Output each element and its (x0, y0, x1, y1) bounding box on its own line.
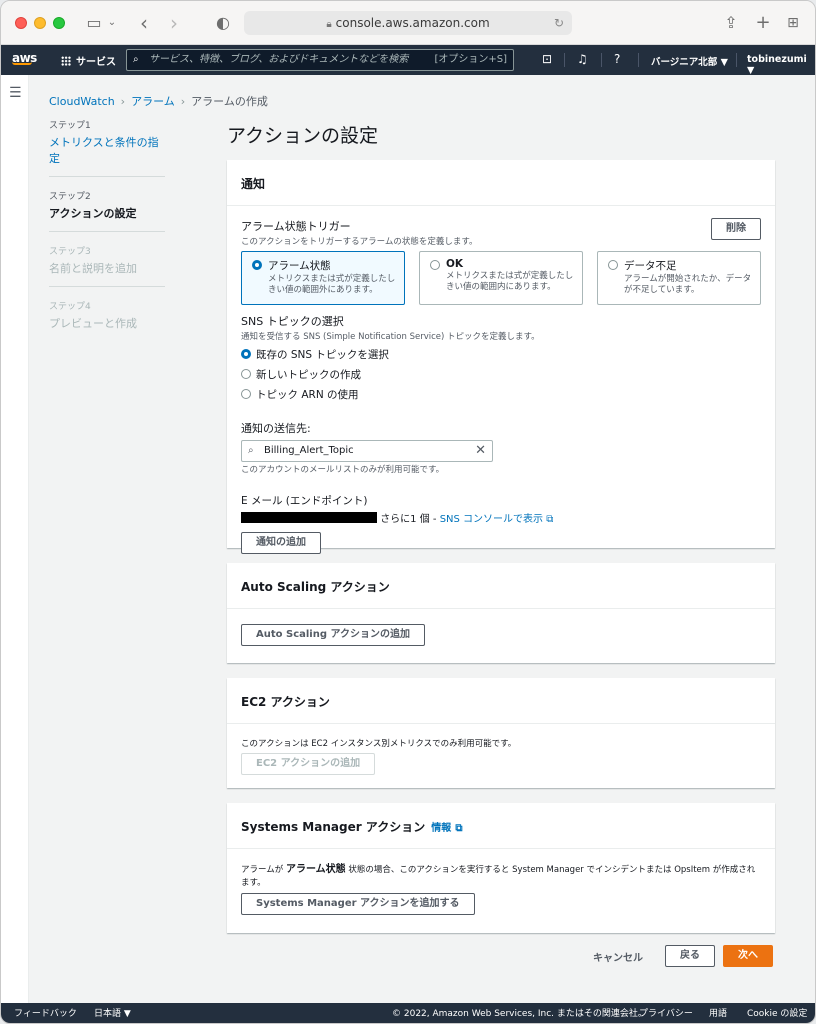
browser-window: ▭ ⌄ ‹ › ◐ 🔒︎ console.aws.amazon.com ↻ ⇪ +… (0, 0, 816, 1024)
privacy-shield-icon[interactable]: ◐ (214, 11, 232, 35)
external-link-icon: ⧉ (546, 514, 554, 525)
trigger-desc: このアクションをトリガーするアラームの状態を定義します。 (241, 237, 478, 247)
ssm-header: Systems Manager アクション 情報 ⧉ (227, 803, 775, 849)
ssm-panel: Systems Manager アクション 情報 ⧉ アラームが アラーム状態 状… (227, 803, 775, 933)
cookie-link[interactable]: Cookie の設定 (747, 1003, 807, 1023)
remove-button[interactable]: 削除 (711, 218, 761, 240)
autoscaling-panel: Auto Scaling アクション Auto Scaling アクションの追加 (227, 563, 775, 663)
sns-console-link[interactable]: SNS コンソールで表示 (440, 514, 543, 525)
url-text: console.aws.amazon.com (335, 16, 490, 30)
step-1[interactable]: ステップ1 メトリクスと条件の指定 (49, 118, 165, 177)
aws-top-nav: aws サービス ⌕ サービス、特徴、ブログ、およびドキュメントなどを検索 [オ… (1, 45, 815, 76)
privacy-link[interactable]: プライバシー (639, 1003, 693, 1023)
redacted-email (241, 512, 377, 523)
grid-icon (61, 56, 71, 66)
external-link-icon: ⧉ (455, 823, 463, 834)
tile-insufficient-data[interactable]: データ不足 アラームが開始されたか、データが不足しています。 (597, 251, 761, 305)
wizard-steps: ステップ1 メトリクスと条件の指定 ステップ2 アクションの設定 ステップ3 名… (49, 118, 165, 353)
email-endpoint-row: さらに1 個 - SNS コンソールで表示 ⧉ (241, 510, 761, 525)
close-window-button[interactable] (15, 17, 27, 29)
sidebar-toggle-icon[interactable]: ▭ (83, 11, 105, 35)
share-icon[interactable]: ⇪ (721, 11, 741, 35)
forward-arrow-icon[interactable]: › (165, 11, 183, 35)
topic-search-input[interactable]: ⌕ Billing_Alert_Topic ✕ (241, 440, 493, 462)
send-to-label: 通知の送信先: (241, 422, 311, 435)
bell-icon[interactable]: ♫ (577, 52, 588, 66)
breadcrumb-cloudwatch[interactable]: CloudWatch (49, 95, 115, 108)
chevron-right-icon: › (120, 95, 126, 108)
page-title: アクションの設定 (227, 125, 379, 147)
chevron-right-icon: › (180, 95, 186, 108)
ec2-header: EC2 アクション (227, 678, 775, 724)
help-icon[interactable]: ? (614, 52, 620, 66)
radio-selected (252, 260, 262, 270)
sns-option-new[interactable]: 新しいトピックの作成 (241, 367, 761, 382)
trigger-label: アラーム状態トリガー (241, 220, 351, 233)
aws-logo[interactable]: aws (12, 51, 37, 65)
add-notification-button[interactable]: 通知の追加 (241, 532, 321, 554)
copyright: © 2022, Amazon Web Services, Inc. またはその関… (392, 1009, 647, 1019)
lock-icon: 🔒︎ (326, 19, 332, 30)
step-2: ステップ2 アクションの設定 (49, 189, 165, 232)
sns-label: SNS トピックの選択 (241, 315, 344, 328)
console-footer: フィードバック 日本語 ▼ © 2022, Amazon Web Service… (1, 1003, 815, 1023)
sns-option-existing[interactable]: 既存の SNS トピックを選択 (241, 347, 761, 362)
breadcrumb-current: アラームの作成 (191, 95, 268, 108)
tile-alarm-state[interactable]: アラーム状態 メトリクスまたは式が定義したしきい値の範囲外にあります。 (241, 251, 405, 305)
minimize-window-button[interactable] (34, 17, 46, 29)
next-button[interactable]: 次へ (723, 945, 773, 967)
region-selector[interactable]: バージニア北部 ▼ (651, 54, 728, 68)
chevron-down-icon[interactable]: ⌄ (106, 11, 118, 35)
ec2-panel: EC2 アクション このアクションは EC2 インスタンス別メトリクスでのみ利用… (227, 678, 775, 788)
sns-desc: 通知を受信する SNS (Simple Notification Service… (241, 332, 540, 342)
feedback-link[interactable]: フィードバック (14, 1003, 77, 1023)
tile-ok[interactable]: OK メトリクスまたは式が定義したしきい値の範囲内にあります。 (419, 251, 583, 305)
breadcrumb: CloudWatch › アラーム › アラームの作成 (49, 93, 268, 109)
sns-option-arn[interactable]: トピック ARN の使用 (241, 387, 761, 402)
cancel-button[interactable]: キャンセル (579, 949, 657, 964)
cloudshell-icon[interactable]: ⊡ (542, 52, 552, 66)
trigger-tiles: アラーム状態 メトリクスまたは式が定義したしきい値の範囲外にあります。 OK メ… (241, 251, 761, 305)
add-ec2-button[interactable]: EC2 アクションの追加 (241, 753, 376, 775)
reload-icon[interactable]: ↻ (554, 11, 564, 35)
search-icon: ⌕ (248, 445, 254, 456)
side-rail: ☰ (1, 75, 29, 1003)
terms-link[interactable]: 用語 (709, 1003, 727, 1023)
step-4: ステップ4 プレビューと作成 (49, 302, 137, 330)
address-bar[interactable]: 🔒︎ console.aws.amazon.com ↻ (244, 11, 572, 35)
info-link[interactable]: 情報 (431, 823, 451, 834)
search-icon: ⌕ (133, 54, 139, 65)
clear-icon[interactable]: ✕ (475, 441, 486, 461)
notification-panel: 通知 削除 アラーム状態トリガー このアクションをトリガーするアラームの状態を定… (227, 160, 775, 554)
wizard-actions: キャンセル 戻る 次へ (579, 945, 773, 967)
back-arrow-icon[interactable]: ‹ (135, 11, 153, 35)
menu-icon[interactable]: ☰ (9, 85, 22, 101)
zoom-window-button[interactable] (53, 17, 65, 29)
add-ssm-button[interactable]: Systems Manager アクションを追加する (241, 893, 475, 915)
tab-overview-icon[interactable]: ⊞ (783, 11, 803, 35)
send-to-desc: このアカウントのメールリストのみが利用可能です。 (241, 465, 445, 475)
radio-unselected (608, 260, 618, 270)
back-button[interactable]: 戻る (665, 945, 715, 967)
add-autoscaling-button[interactable]: Auto Scaling アクションの追加 (241, 624, 425, 646)
breadcrumb-alarms[interactable]: アラーム (131, 95, 175, 108)
language-selector[interactable]: 日本語 ▼ (94, 1003, 131, 1023)
step-3: ステップ3 名前と説明を追加 (49, 244, 165, 287)
user-menu[interactable]: tobinezumi ▼ (747, 54, 815, 76)
search-input[interactable]: ⌕ サービス、特徴、ブログ、およびドキュメントなどを検索 [オプション+S] (126, 49, 514, 71)
ssm-desc: アラームが アラーム状態 状態の場合、このアクションを実行すると System … (241, 864, 756, 888)
services-menu[interactable]: サービス (61, 53, 116, 68)
new-tab-icon[interactable]: + (753, 11, 773, 35)
browser-toolbar: ▭ ⌄ ‹ › ◐ 🔒︎ console.aws.amazon.com ↻ ⇪ +… (1, 1, 815, 45)
notification-header: 通知 (227, 160, 775, 206)
autoscaling-header: Auto Scaling アクション (227, 563, 775, 609)
email-label: E メール (エンドポイント) (241, 495, 368, 507)
ec2-desc: このアクションは EC2 インスタンス別メトリクスでのみ利用可能です。 (241, 739, 517, 749)
radio-unselected (430, 260, 440, 270)
